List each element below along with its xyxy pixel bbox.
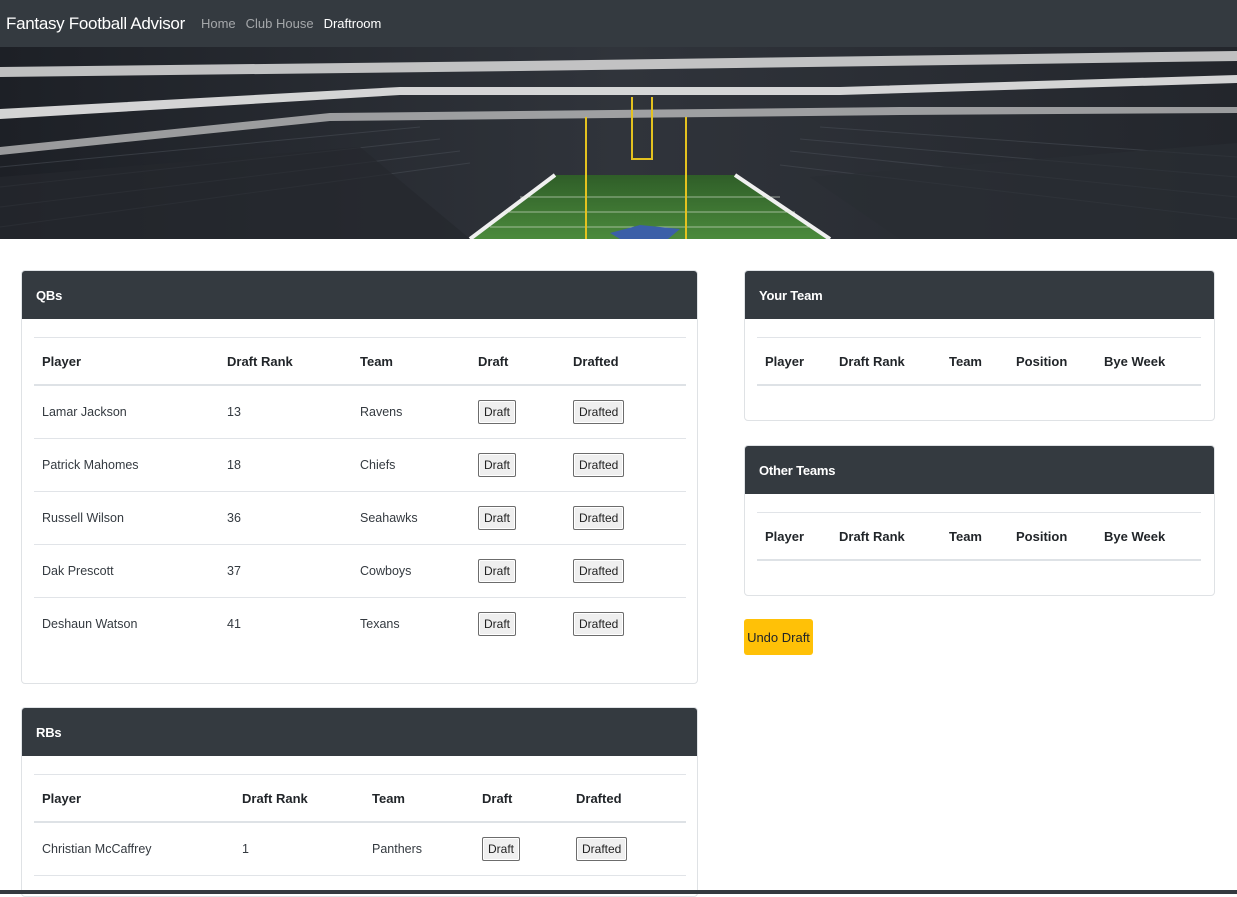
draft-cell: Draft [474,822,568,876]
undo-draft-button[interactable]: Undo Draft [744,619,813,655]
table-header-row: Player Draft Rank Team Draft Drafted [34,774,686,823]
column-header-player: Player [34,774,234,823]
qbs-table: Player Draft Rank Team Draft Drafted Lam… [34,337,686,650]
column-header-draft-rank: Draft Rank [831,337,941,386]
column-header-team: Team [941,512,1008,561]
qbs-card: QBs Player Draft Rank Team Draft Drafted… [21,270,698,684]
column-header-bye-week: Bye Week [1096,337,1201,386]
nav-link-home[interactable]: Home [201,16,236,31]
column-header-draft: Draft [470,337,565,386]
team-name: Cowboys [352,544,470,598]
drafted-button[interactable]: Drafted [573,559,625,583]
nav-link-club-house[interactable]: Club House [246,16,314,31]
draft-button[interactable]: Draft [478,400,517,424]
drafted-cell: Drafted [565,598,686,651]
stadium-illustration [0,47,1237,239]
drafted-button[interactable]: Drafted [573,453,625,477]
rbs-card: RBs Player Draft Rank Team Draft Drafted… [21,707,698,897]
nav-link-draftroom[interactable]: Draftroom [324,16,382,31]
table-header-row: Player Draft Rank Team Draft Drafted [34,337,686,386]
draft-cell: Draft [470,544,565,598]
column-header-draft: Draft [474,774,568,823]
your-team-table: Player Draft Rank Team Position Bye Week [757,337,1201,386]
column-header-bye-week: Bye Week [1096,512,1201,561]
table-row: Lamar Jackson 13 Ravens Draft Drafted [34,385,686,439]
column-header-position: Position [1008,512,1096,561]
column-header-draft-rank: Draft Rank [234,774,364,823]
drafted-button[interactable]: Drafted [573,400,625,424]
draft-cell: Draft [470,598,565,651]
column-header-draft-rank: Draft Rank [831,512,941,561]
column-header-draft-rank: Draft Rank [219,337,352,386]
other-teams-card: Other Teams Player Draft Rank Team Posit… [744,445,1215,596]
draft-button[interactable]: Draft [478,453,517,477]
draft-button[interactable]: Draft [478,559,517,583]
draft-button[interactable]: Draft [478,506,517,530]
player-name: Deshaun Watson [42,617,138,631]
stadium-banner-image [0,47,1237,239]
bottom-edge-divider [0,890,1237,894]
drafted-button[interactable]: Drafted [573,506,625,530]
column-header-position: Position [1008,337,1096,386]
table-row: Christian McCaffrey 1 Panthers Draft Dra… [34,822,686,876]
draft-cell: Draft [470,385,565,439]
team-name: Chiefs [352,438,470,492]
qbs-card-header: QBs [22,271,697,319]
player-name: Lamar Jackson [34,385,219,439]
column-header-team: Team [941,337,1008,386]
draft-rank: 41 [227,617,241,631]
navbar: Fantasy Football Advisor Home Club House… [0,0,1237,47]
column-header-team: Team [352,337,470,386]
brand-link[interactable]: Fantasy Football Advisor [6,14,185,34]
drafted-cell: Drafted [565,438,686,492]
column-header-drafted: Drafted [568,774,686,823]
draft-cell: Draft [470,491,565,545]
draft-rank: 36 [219,491,352,545]
team-name: Panthers [364,822,474,876]
draft-rank: 18 [219,438,352,492]
your-team-card-header: Your Team [745,271,1214,319]
column-header-player: Player [757,512,831,561]
team-name: Texans [360,617,400,631]
drafted-button[interactable]: Drafted [576,837,628,861]
player-name: Russell Wilson [34,491,219,545]
your-team-card: Your Team Player Draft Rank Team Positio… [744,270,1215,421]
drafted-cell: Drafted [565,544,686,598]
table-row: Russell Wilson 36 Seahawks Draft Drafted [34,491,686,545]
player-name: Christian McCaffrey [34,822,234,876]
column-header-drafted: Drafted [565,337,686,386]
other-teams-table: Player Draft Rank Team Position Bye Week [757,512,1201,561]
rbs-table: Player Draft Rank Team Draft Drafted Chr… [34,774,686,876]
table-row: Dak Prescott 37 Cowboys Draft Drafted [34,544,686,598]
other-teams-card-header: Other Teams [745,446,1214,494]
player-name: Patrick Mahomes [34,438,219,492]
draft-cell: Draft [470,438,565,492]
team-name: Seahawks [352,491,470,545]
rbs-card-header: RBs [22,708,697,756]
drafted-cell: Drafted [568,822,686,876]
draft-button[interactable]: Draft [482,837,521,861]
column-header-team: Team [364,774,474,823]
table-row: Deshaun Watson 41 Texans Draft Drafted [34,598,686,651]
draft-rank: 13 [219,385,352,439]
column-header-player: Player [34,337,219,386]
player-name: Dak Prescott [34,544,219,598]
draft-button[interactable]: Draft [478,612,517,636]
drafted-cell: Drafted [565,491,686,545]
team-name: Ravens [352,385,470,439]
table-row: Patrick Mahomes 18 Chiefs Draft Drafted [34,438,686,492]
column-header-player: Player [757,337,831,386]
drafted-button[interactable]: Drafted [573,612,625,636]
draft-rank: 1 [234,822,364,876]
drafted-cell: Drafted [565,385,686,439]
table-header-row: Player Draft Rank Team Position Bye Week [757,337,1201,386]
table-header-row: Player Draft Rank Team Position Bye Week [757,512,1201,561]
draft-rank: 37 [219,544,352,598]
